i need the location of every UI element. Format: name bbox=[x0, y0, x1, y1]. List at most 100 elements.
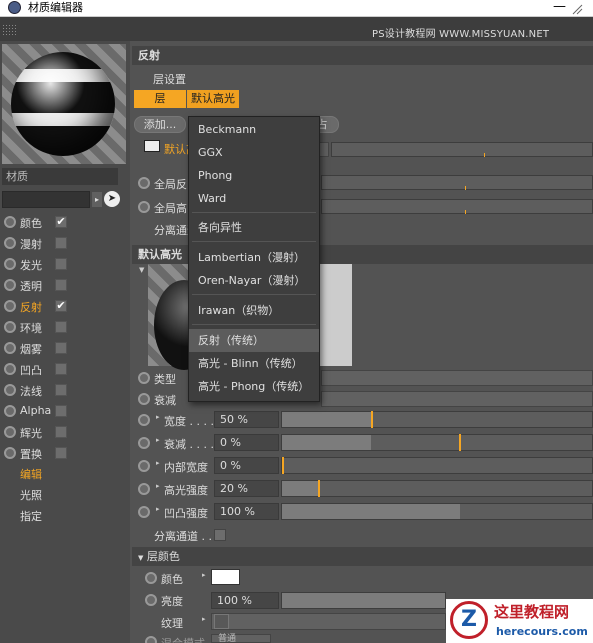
global-refl-radio[interactable] bbox=[138, 177, 150, 189]
channel-item[interactable]: 发光 bbox=[0, 254, 130, 275]
menu-item[interactable]: 高光 - Phong（传统） bbox=[189, 375, 319, 398]
param-value[interactable]: 0 % bbox=[214, 434, 279, 451]
channel-radio[interactable] bbox=[4, 363, 16, 375]
texture-button[interactable] bbox=[214, 614, 229, 629]
menu-item[interactable]: Irawan（织物） bbox=[189, 299, 319, 322]
channel-item[interactable]: 反射 ✔ bbox=[0, 296, 130, 317]
material-preview[interactable] bbox=[2, 44, 126, 164]
param-radio[interactable] bbox=[138, 437, 150, 449]
brightness-field[interactable]: 100 % bbox=[211, 592, 279, 609]
channel-radio[interactable] bbox=[4, 279, 16, 291]
color-radio[interactable] bbox=[145, 572, 157, 584]
mix-radio[interactable] bbox=[145, 636, 157, 643]
channel-checkbox[interactable]: ✔ bbox=[55, 216, 67, 228]
channel-checkbox[interactable]: ✔ bbox=[55, 300, 67, 312]
global-spec-slider[interactable] bbox=[321, 199, 593, 214]
spec-sep-channel-checkbox[interactable] bbox=[214, 529, 226, 541]
menu-item[interactable]: Oren-Nayar（漫射） bbox=[189, 269, 319, 292]
channel-item[interactable]: 置换 bbox=[0, 443, 130, 464]
expand-icon[interactable]: ▸ bbox=[156, 505, 160, 513]
channel-checkbox[interactable] bbox=[55, 237, 67, 249]
channel-radio[interactable] bbox=[4, 321, 16, 333]
attn-dropdown[interactable] bbox=[321, 391, 593, 407]
type-radio[interactable] bbox=[138, 372, 150, 384]
channel-radio[interactable] bbox=[4, 426, 16, 438]
param-radio[interactable] bbox=[138, 460, 150, 472]
channel-checkbox[interactable] bbox=[55, 405, 67, 417]
menu-item[interactable]: Phong bbox=[189, 164, 319, 187]
resize-grip-icon[interactable] bbox=[571, 1, 583, 15]
channel-radio[interactable] bbox=[4, 216, 16, 228]
brightness-slider[interactable] bbox=[281, 592, 446, 609]
channel-radio[interactable] bbox=[4, 237, 16, 249]
expand-icon[interactable]: ▸ bbox=[202, 571, 206, 579]
channel-item[interactable]: 漫射 bbox=[0, 233, 130, 254]
param-radio[interactable] bbox=[138, 506, 150, 518]
texture-field[interactable] bbox=[211, 613, 446, 630]
channel-item[interactable]: Alpha bbox=[0, 401, 130, 422]
panel-grip-icon[interactable] bbox=[2, 24, 16, 36]
eye-icon[interactable] bbox=[144, 140, 160, 152]
expand-icon[interactable]: ▸ bbox=[202, 615, 206, 623]
sub-edit[interactable]: 编辑 bbox=[20, 466, 42, 482]
layer-opacity-slider[interactable] bbox=[331, 142, 593, 157]
param-radio[interactable] bbox=[138, 483, 150, 495]
channel-checkbox[interactable] bbox=[55, 363, 67, 375]
channel-checkbox[interactable] bbox=[55, 321, 67, 333]
minimize-button[interactable]: — bbox=[553, 0, 566, 14]
param-slider[interactable] bbox=[281, 480, 593, 497]
expand-icon[interactable]: ▸ bbox=[156, 413, 160, 421]
menu-item[interactable]: 反射（传统） bbox=[189, 329, 319, 352]
menu-item[interactable]: Ward bbox=[189, 187, 319, 210]
collapse-icon[interactable]: ▼ bbox=[139, 266, 144, 274]
param-value[interactable]: 0 % bbox=[214, 457, 279, 474]
expand-icon[interactable]: ▸ bbox=[156, 482, 160, 490]
channel-item[interactable]: 凹凸 bbox=[0, 359, 130, 380]
channel-checkbox[interactable] bbox=[55, 279, 67, 291]
brightness-radio[interactable] bbox=[145, 594, 157, 606]
collapse-icon[interactable]: ▼ bbox=[138, 554, 143, 562]
param-value[interactable]: 100 % bbox=[214, 503, 279, 520]
add-layer-button[interactable]: 添加... bbox=[134, 116, 186, 133]
sub-light[interactable]: 光照 bbox=[20, 487, 42, 503]
expand-icon[interactable]: ▸ bbox=[156, 436, 160, 444]
channel-checkbox[interactable] bbox=[55, 447, 67, 459]
channel-radio[interactable] bbox=[4, 342, 16, 354]
sub-assign[interactable]: 指定 bbox=[20, 508, 42, 524]
param-slider[interactable] bbox=[281, 457, 593, 474]
tab-default-spec[interactable]: 默认高光 bbox=[187, 90, 239, 108]
color-swatch[interactable] bbox=[211, 569, 240, 585]
channel-radio[interactable] bbox=[4, 258, 16, 270]
param-slider[interactable] bbox=[281, 503, 593, 520]
menu-item[interactable]: Beckmann bbox=[189, 118, 319, 141]
menu-item[interactable]: GGX bbox=[189, 141, 319, 164]
mix-dropdown[interactable]: 普通 bbox=[211, 634, 271, 643]
tab-layer[interactable]: 层 bbox=[134, 90, 186, 108]
channel-item[interactable]: 透明 bbox=[0, 275, 130, 296]
menu-item[interactable]: 高光 - Blinn（传统） bbox=[189, 352, 319, 375]
channel-item[interactable]: 烟雾 bbox=[0, 338, 130, 359]
global-refl-slider[interactable] bbox=[321, 175, 593, 190]
channel-checkbox[interactable] bbox=[55, 258, 67, 270]
channel-checkbox[interactable] bbox=[55, 342, 67, 354]
menu-item[interactable]: 各向异性 bbox=[189, 216, 319, 239]
channel-item[interactable]: 法线 bbox=[0, 380, 130, 401]
channel-radio[interactable] bbox=[4, 300, 16, 312]
type-dropdown[interactable] bbox=[321, 370, 593, 386]
param-value[interactable]: 50 % bbox=[214, 411, 279, 428]
arrow-cursor-icon[interactable]: ➤ bbox=[104, 191, 120, 207]
channel-checkbox[interactable] bbox=[55, 426, 67, 438]
menu-item[interactable]: Lambertian（漫射） bbox=[189, 246, 319, 269]
channel-item[interactable]: 辉光 bbox=[0, 422, 130, 443]
expand-icon[interactable]: ▸ bbox=[156, 459, 160, 467]
channel-item[interactable]: 环境 bbox=[0, 317, 130, 338]
channel-radio[interactable] bbox=[4, 405, 16, 417]
global-spec-radio[interactable] bbox=[138, 201, 150, 213]
channel-radio[interactable] bbox=[4, 447, 16, 459]
material-arrow-button[interactable]: ▸ bbox=[92, 192, 102, 207]
channel-item[interactable]: 颜色 ✔ bbox=[0, 212, 130, 233]
param-slider[interactable] bbox=[281, 411, 593, 428]
material-name-field[interactable] bbox=[2, 191, 90, 208]
param-slider[interactable] bbox=[281, 434, 593, 451]
attn-radio[interactable] bbox=[138, 393, 150, 405]
